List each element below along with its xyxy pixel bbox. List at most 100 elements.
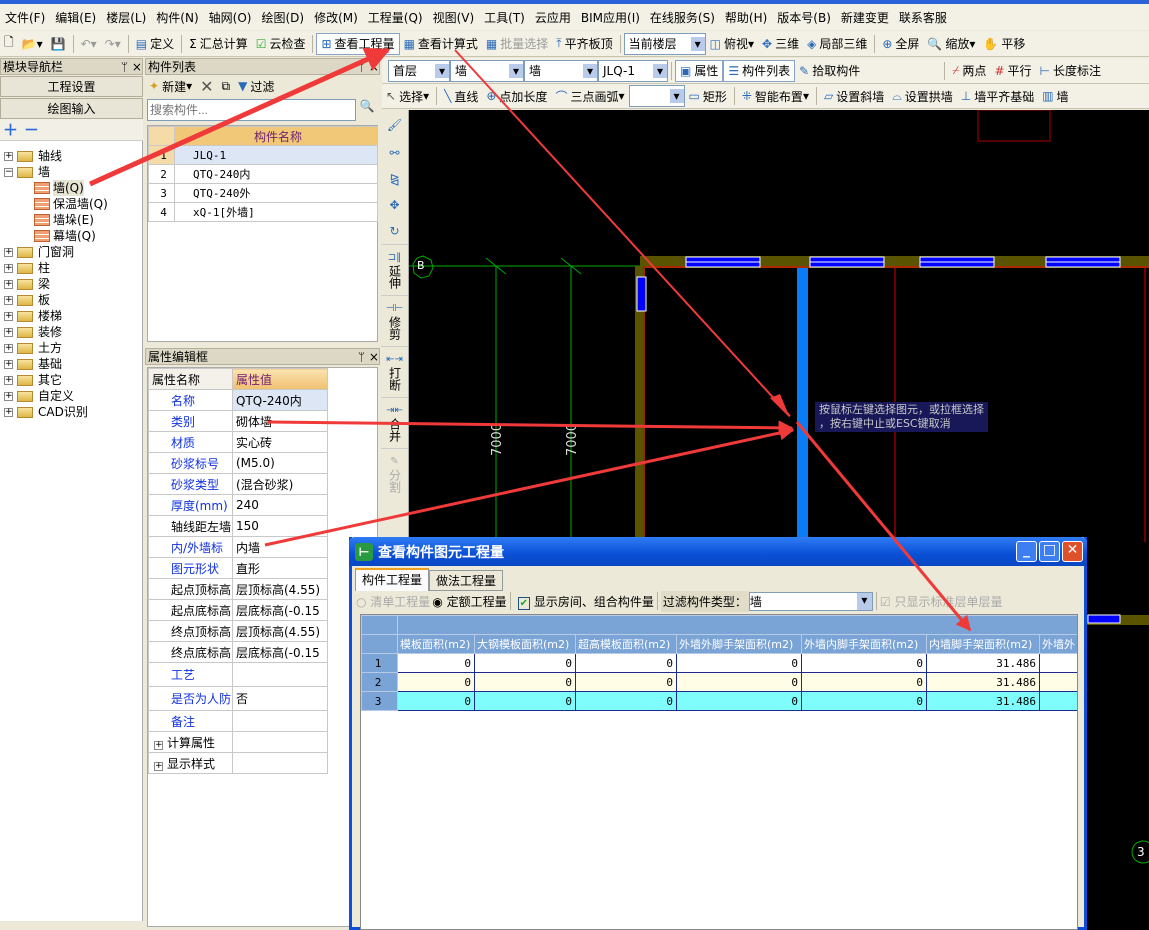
expand-icon[interactable]: + xyxy=(4,359,13,369)
slope-wall-button[interactable]: ▱ 设置斜墙 xyxy=(820,85,888,107)
property-value[interactable]: 否 xyxy=(232,686,328,711)
menu-item[interactable]: 在线服务(S) xyxy=(645,9,720,26)
pick-component-button[interactable]: ✎ 拾取构件 xyxy=(795,60,864,82)
fullscreen-button[interactable]: ⊕ 全屏 xyxy=(878,33,923,55)
std-floor-checkbox[interactable]: ☑ 只显示标准层单层量 xyxy=(880,593,1003,610)
wall-button[interactable]: ▥ 墙 xyxy=(1038,85,1072,107)
menu-item[interactable]: 版本号(B) xyxy=(772,9,836,26)
component-search-input[interactable] xyxy=(147,99,356,121)
menu-item[interactable]: 工具(T) xyxy=(479,9,530,26)
brush-icon[interactable]: 🖌 xyxy=(381,110,408,140)
property-row[interactable]: 终点顶标高 层顶标高(4.55) xyxy=(148,620,328,642)
property-row[interactable]: 砂浆标号 (M5.0) xyxy=(148,452,328,474)
tree-item[interactable]: + 其它 xyxy=(4,372,142,388)
property-row[interactable]: + 计算属性 xyxy=(148,731,328,753)
project-settings-button[interactable]: 工程设置 xyxy=(0,76,143,97)
menu-item[interactable]: 帮助(H) xyxy=(720,9,772,26)
expand-icon[interactable]: + xyxy=(4,311,13,321)
filter-button[interactable]: ▼ 过滤 xyxy=(234,75,278,97)
row-header[interactable]: 3 xyxy=(361,691,398,711)
property-row[interactable]: 工艺 xyxy=(148,662,328,687)
batch-select-button[interactable]: ▦ 批量选择 xyxy=(482,33,552,55)
column-header[interactable]: 外墙外脚手架面积(m2) xyxy=(676,634,802,654)
expand-icon[interactable]: + xyxy=(4,343,13,353)
component-list-button[interactable]: ☰ 构件列表 xyxy=(723,59,796,82)
property-value[interactable]: 层顶标高(4.55) xyxy=(232,578,328,600)
tab-method-qty[interactable]: 做法工程量 xyxy=(429,570,504,591)
menu-item[interactable]: 绘图(D) xyxy=(256,9,309,26)
select-button[interactable]: ↖ 选择 ▾ xyxy=(382,85,433,107)
define-button[interactable]: ▤ 定义 xyxy=(132,33,178,55)
property-row[interactable]: 终点底标高 层底标高(-0.15 xyxy=(148,641,328,663)
property-value[interactable]: 内墙 xyxy=(232,536,328,558)
type-select-2[interactable]: 墙 ▾ xyxy=(524,59,598,82)
copy-icon[interactable]: ⚯ xyxy=(381,140,408,166)
minimize-button[interactable]: _ xyxy=(1016,541,1037,562)
collapse-icon[interactable]: − xyxy=(4,167,13,177)
tool-trim[interactable]: ⊣⊢ 修剪 xyxy=(381,295,408,346)
delete-icon[interactable]: ✕ xyxy=(196,75,217,97)
column-header[interactable]: 大钢模板面积(m2) xyxy=(474,634,576,654)
tree-item-child[interactable]: 墙垛(E) xyxy=(4,212,142,228)
menu-item[interactable]: 云应用 xyxy=(530,9,576,26)
menu-item[interactable]: 新建变更 xyxy=(836,9,894,26)
top-view-button[interactable]: ◫ 俯视 ▾ xyxy=(706,33,758,55)
expand-all-icon[interactable]: ＋ xyxy=(3,119,18,140)
drawing-input-button[interactable]: 绘图输入 xyxy=(0,98,143,119)
tree-item[interactable]: + 楼梯 xyxy=(4,308,142,324)
move-icon[interactable]: ✥ xyxy=(381,192,408,218)
tree-item[interactable]: + 自定义 xyxy=(4,388,142,404)
filter-type-select[interactable]: 墙 ▾ xyxy=(748,591,873,611)
collapse-all-icon[interactable]: － xyxy=(24,119,39,140)
menu-item[interactable]: 构件(N) xyxy=(151,9,203,26)
property-value[interactable] xyxy=(232,731,328,753)
window-vertical[interactable] xyxy=(636,276,647,312)
property-value[interactable]: 150 xyxy=(232,515,328,537)
column-header[interactable]: 内墙脚手架面积(m2) xyxy=(926,634,1040,654)
menu-item[interactable]: 文件(F) xyxy=(0,9,50,26)
tree-item[interactable]: + 板 xyxy=(4,292,142,308)
new-file-button[interactable]: 🗋 xyxy=(0,33,18,55)
menu-item[interactable]: 工程量(Q) xyxy=(363,9,428,26)
pin-close-icons[interactable]: ᛘ × xyxy=(358,349,379,364)
tree-item[interactable]: + 柱 xyxy=(4,260,142,276)
tree-item[interactable]: + CAD识别 xyxy=(4,404,142,420)
quantity-row[interactable]: 3 0 0 0 0 0 31.486 xyxy=(361,691,1077,711)
component-row[interactable]: 3 QTQ-240外 xyxy=(148,183,378,203)
undo-button[interactable]: ↶▾ xyxy=(77,33,101,55)
property-row[interactable]: 起点顶标高 层顶标高(4.55) xyxy=(148,578,328,600)
expand-icon[interactable]: + xyxy=(4,247,13,257)
property-value[interactable]: QTQ-240内 xyxy=(232,389,328,411)
property-row[interactable]: 备注 xyxy=(148,710,328,732)
property-value[interactable] xyxy=(232,662,328,687)
tree-item[interactable]: − 墙 xyxy=(4,164,142,180)
property-row[interactable]: 内/外墙标 内墙 xyxy=(148,536,328,558)
rotate-icon[interactable]: ↻ xyxy=(381,218,408,244)
arch-wall-button[interactable]: ⌓ 设置拱墙 xyxy=(888,85,957,107)
tree-item[interactable]: + 基础 xyxy=(4,356,142,372)
property-value[interactable]: (混合砂浆) xyxy=(232,473,328,495)
property-value[interactable]: (M5.0) xyxy=(232,452,328,474)
tree-item-child[interactable]: 保温墙(Q) xyxy=(4,196,142,212)
arc-option-select[interactable]: ▾ xyxy=(628,85,685,107)
copy-icon[interactable]: ⧉ xyxy=(218,75,235,97)
quantity-row[interactable]: 1 0 0 0 0 0 31.486 xyxy=(361,653,1077,673)
property-row[interactable]: 是否为人防否 xyxy=(148,686,328,711)
attributes-button[interactable]: ▣ 属性 xyxy=(675,59,724,82)
tree-item-child[interactable]: 幕墙(Q) xyxy=(4,228,142,244)
component-row[interactable]: 2 QTQ-240内 xyxy=(148,164,378,184)
property-value[interactable]: 240 xyxy=(232,494,328,516)
property-row[interactable]: 类别 砌体墙 xyxy=(148,410,328,432)
smart-layout-button[interactable]: ⁜ 智能布置 ▾ xyxy=(738,85,813,107)
radio-quota-qty[interactable]: ◉ 定额工程量 xyxy=(432,593,506,610)
menu-item[interactable]: 联系客服 xyxy=(894,9,952,26)
property-row[interactable]: 名称 QTQ-240内 xyxy=(148,389,328,411)
3d-button[interactable]: ✥ 三维 xyxy=(758,33,803,55)
expand-icon[interactable]: + xyxy=(4,151,13,161)
summary-calc-button[interactable]: Σ 汇总计算 xyxy=(185,33,252,55)
property-value[interactable]: 实心砖 xyxy=(232,431,328,453)
property-value[interactable]: 砌体墙 xyxy=(232,410,328,432)
point-length-button[interactable]: ⊕ 点加长度 xyxy=(482,85,551,107)
menu-item[interactable]: 修改(M) xyxy=(309,9,363,26)
open-file-button[interactable]: 📂▾ xyxy=(18,33,47,55)
